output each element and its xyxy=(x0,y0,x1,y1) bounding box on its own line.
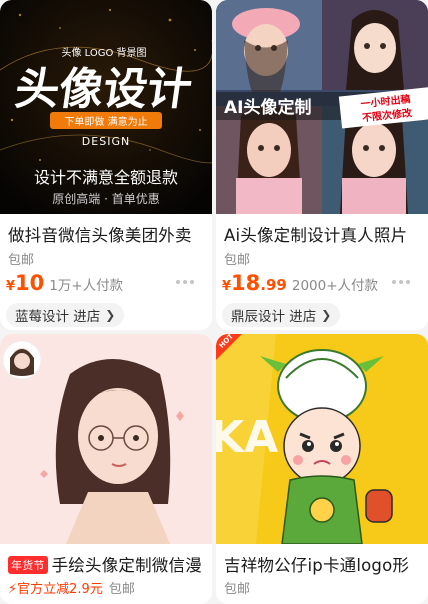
shop-name: 鼎辰设计 进店 xyxy=(231,309,317,325)
price-row: ¥ 10 1万+人付款 xyxy=(6,271,204,295)
product-image[interactable]: KA IG HOT xyxy=(216,334,428,544)
sold-count: 2000+人付款 xyxy=(291,278,379,294)
shipping-label: 包邮 xyxy=(224,253,251,268)
price: 10 xyxy=(15,271,45,295)
hot-badge: HOT xyxy=(216,334,242,360)
svg-text:头像 LOGO 背景图: 头像 LOGO 背景图 xyxy=(61,46,146,59)
svg-text:DESIGN: DESIGN xyxy=(82,135,130,148)
price-row: ¥ 18 .99 2000+人付款 xyxy=(222,271,420,295)
shop-name: 蓝莓设计 进店 xyxy=(15,309,101,325)
product-card[interactable]: KA IG HOT 吉祥物公仔ip卡通logo形 包邮 xyxy=(216,334,428,604)
product-card[interactable]: AI头像定制 一小时出稿 不限次修改 Ai头像定制设计真人照片 包邮 ¥ 18 … xyxy=(216,0,428,330)
product-title[interactable]: Ai头像定制设计真人照片 xyxy=(224,222,422,246)
promo-line: ⚡官方立减2.9元 包邮 xyxy=(8,578,135,597)
product-title-text: 手绘头像定制微信漫 xyxy=(51,556,202,575)
price-decimal: .99 xyxy=(260,276,287,294)
product-image-art: AI头像定制 一小时出稿 不限次修改 xyxy=(216,0,428,214)
svg-text:头像设计: 头像设计 xyxy=(12,64,195,115)
product-image-art xyxy=(0,334,212,544)
currency-symbol: ¥ xyxy=(222,279,232,294)
more-dots-icon[interactable] xyxy=(176,280,194,284)
shipping-label: 包邮 xyxy=(8,253,35,268)
svg-text:AI头像定制: AI头像定制 xyxy=(224,97,311,118)
more-dots-icon[interactable] xyxy=(392,280,410,284)
product-title[interactable]: 做抖音微信头像美团外卖 xyxy=(8,222,206,246)
shop-link[interactable]: 蓝莓设计 进店 ❯ xyxy=(6,303,125,327)
product-card[interactable]: 头像 LOGO 背景图 头像设计 下单即做 满意为止 DESIGN 设计不满意全… xyxy=(0,0,212,330)
product-image[interactable]: 头像 LOGO 背景图 头像设计 下单即做 满意为止 DESIGN 设计不满意全… xyxy=(0,0,212,214)
sold-count: 1万+人付款 xyxy=(49,278,124,294)
product-image-art: KA IG xyxy=(216,334,428,544)
product-title[interactable]: 年货节 手绘头像定制微信漫 xyxy=(8,552,206,576)
product-grid: 头像 LOGO 背景图 头像设计 下单即做 满意为止 DESIGN 设计不满意全… xyxy=(0,0,428,604)
svg-text:下单即做 满意为止: 下单即做 满意为止 xyxy=(64,115,147,128)
product-title[interactable]: 吉祥物公仔ip卡通logo形 xyxy=(224,552,422,576)
price: 18 xyxy=(231,271,261,295)
shop-link[interactable]: 鼎辰设计 进店 ❯ xyxy=(222,303,341,327)
svg-text:原创高端 · 首单优惠: 原创高端 · 首单优惠 xyxy=(52,191,159,206)
currency-symbol: ¥ xyxy=(6,279,16,294)
chevron-right-icon: ❯ xyxy=(321,308,332,322)
product-card[interactable]: 年货节 手绘头像定制微信漫 ⚡官方立减2.9元 包邮 xyxy=(0,334,212,604)
product-image[interactable]: AI头像定制 一小时出稿 不限次修改 xyxy=(216,0,428,214)
chevron-right-icon: ❯ xyxy=(105,308,116,322)
shipping-label: 包邮 xyxy=(224,582,251,597)
product-image[interactable] xyxy=(0,334,212,544)
product-image-art: 头像 LOGO 背景图 头像设计 下单即做 满意为止 DESIGN 设计不满意全… xyxy=(0,0,212,214)
svg-text:设计不满意全额退款: 设计不满意全额退款 xyxy=(34,168,178,187)
promo-badge: 年货节 xyxy=(8,556,48,574)
